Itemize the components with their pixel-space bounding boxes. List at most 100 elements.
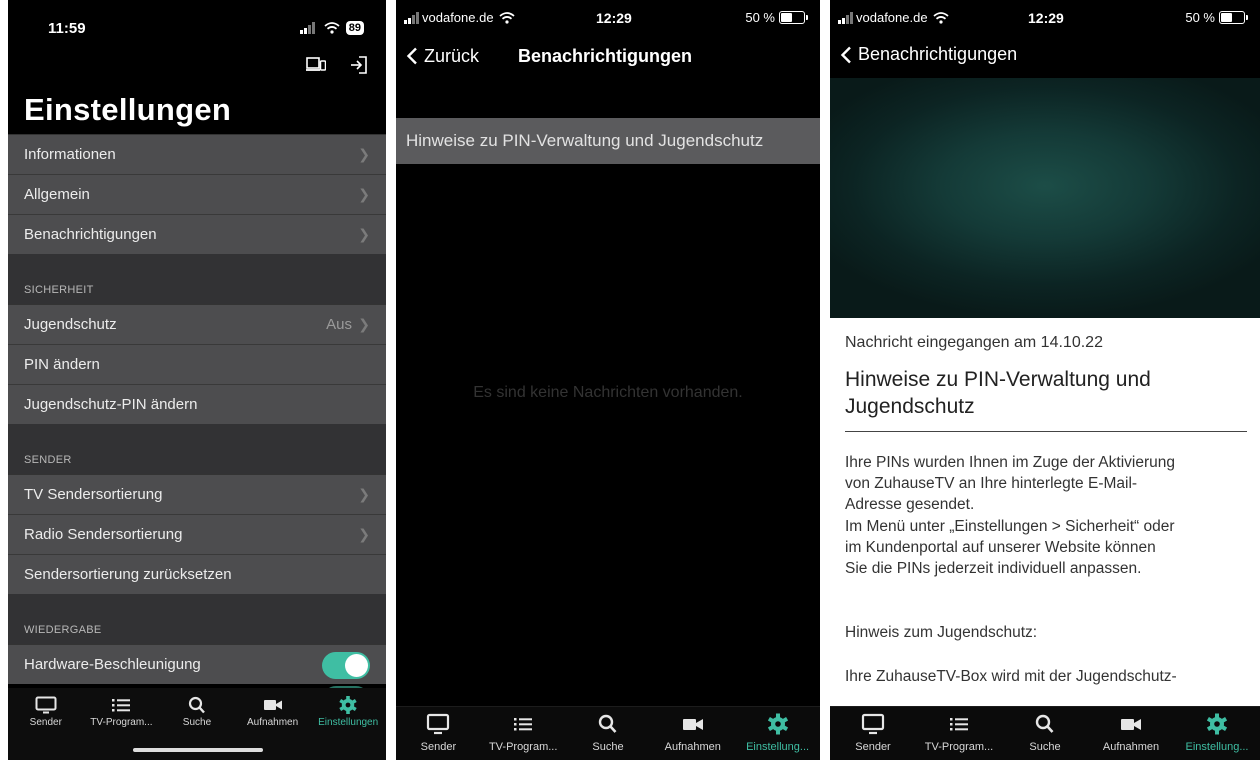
settings-item-label: PIN ändern <box>24 356 100 373</box>
hardware-acceleration-toggle[interactable] <box>322 652 370 679</box>
battery-level: 89 <box>345 21 364 35</box>
settings-item-benachrichtigungen[interactable]: Benachrichtigungen ❯ <box>8 214 386 254</box>
status-time: 11:59 <box>48 20 86 37</box>
settings-screen: 11:59 89 Einstellungen Informationen ❯ Al… <box>8 0 386 760</box>
tab-bar: Sender TV-Program... Suche Aufnahmen Ein… <box>396 706 820 760</box>
battery-icon <box>779 11 808 24</box>
settings-item-label: Informationen <box>24 146 116 163</box>
back-button[interactable]: Zurück <box>406 46 479 67</box>
chevron-right-icon: ❯ <box>358 526 370 542</box>
tab-suche[interactable]: Suche <box>566 707 651 760</box>
tab-label: Einstellungen <box>318 717 379 728</box>
body-line: Im Menü unter „Einstellungen > Sicherhei… <box>845 517 1175 535</box>
search-icon <box>1035 714 1054 733</box>
tab-bar: Sender TV-Program... Suche Aufnahmen Ein… <box>830 706 1260 760</box>
tab-label: TV-Program... <box>488 741 558 753</box>
tab-label: Suche <box>1029 741 1061 753</box>
chevron-right-icon: ❯ <box>358 186 370 202</box>
tab-einstellungen[interactable]: Einstellung... <box>735 707 820 760</box>
tab-aufnahmen[interactable]: Aufnahmen <box>650 707 735 760</box>
tab-label: Einstellung... <box>1185 741 1249 753</box>
tab-label: Aufnahmen <box>247 717 299 728</box>
status-bar: vodafone.de 12:29 50 % <box>396 0 820 42</box>
tab-suche[interactable]: Suche <box>1002 707 1088 760</box>
notifications-screen: vodafone.de 12:29 50 % Zurück Benachrich… <box>396 0 820 760</box>
settings-item-label: TV Sendersortierung <box>24 486 163 503</box>
chevron-left-icon <box>406 47 417 65</box>
signal-icon <box>404 11 419 24</box>
tab-label: TV-Program... <box>924 741 994 753</box>
chevron-right-icon: ❯ <box>358 226 370 242</box>
settings-item-informationen[interactable]: Informationen ❯ <box>8 134 386 174</box>
message-title: Hinweise zu PIN-Verwaltung und Jugendsch… <box>845 366 1247 432</box>
settings-item-label: Jugendschutz-PIN ändern <box>24 396 198 413</box>
settings-item-radio-sendersortierung[interactable]: Radio Sendersortierung ❯ <box>8 514 386 554</box>
tab-tv-program[interactable]: TV-Program... <box>916 707 1002 760</box>
list-icon <box>950 718 968 731</box>
body-line: Adresse gesendet. <box>845 496 975 514</box>
tab-label: Sender <box>855 741 891 753</box>
settings-item-label: Jugendschutz <box>24 316 117 333</box>
settings-item-pin-aendern[interactable]: PIN ändern <box>8 344 386 384</box>
signal-icon <box>299 22 315 34</box>
home-indicator <box>133 748 263 752</box>
tab-sender[interactable]: Sender <box>396 707 481 760</box>
page-title: Benachrichtigungen <box>518 45 693 66</box>
video-camera-icon <box>682 719 703 730</box>
back-button[interactable]: Benachrichtigungen <box>840 44 1017 65</box>
carrier-name: vodafone.de <box>856 10 928 25</box>
tv-icon <box>427 713 450 735</box>
message-body-continued: Ihre ZuhauseTV-Box wird mit der Jugendsc… <box>845 667 1177 685</box>
gear-icon <box>767 713 788 735</box>
settings-item-label: Benachrichtigungen <box>24 226 157 243</box>
signal-icon <box>838 11 853 24</box>
search-icon <box>598 714 617 733</box>
section-header-playback: WIEDERGABE <box>8 594 386 644</box>
settings-item-jugendschutz[interactable]: Jugendschutz Aus ❯ <box>8 304 386 344</box>
battery-percent: 50 % <box>745 10 775 25</box>
settings-item-label: Allgemein <box>24 186 90 203</box>
status-time: 12:29 <box>596 10 632 26</box>
tab-sender[interactable]: Sender <box>8 688 84 760</box>
status-bar: 11:59 89 <box>8 0 386 42</box>
settings-item-sendersortierung-zuruecksetzen[interactable]: Sendersortierung zurücksetzen <box>8 554 386 594</box>
cast-icon[interactable] <box>306 56 326 72</box>
tab-label: Einstellung... <box>746 741 810 753</box>
message-note-heading: Hinweis zum Jugendschutz: <box>845 623 1038 641</box>
tab-sender[interactable]: Sender <box>830 707 916 760</box>
settings-item-allgemein[interactable]: Allgemein ❯ <box>8 174 386 214</box>
status-bar: vodafone.de 12:29 50 % <box>830 0 1260 42</box>
tab-einstellungen[interactable]: Einstellung... <box>1174 707 1260 760</box>
chevron-right-icon: ❯ <box>358 146 370 162</box>
gear-icon <box>339 696 357 714</box>
list-icon <box>112 699 131 712</box>
wifi-icon <box>498 11 515 24</box>
tv-icon <box>861 713 885 735</box>
settings-item-jugendschutz-pin-aendern[interactable]: Jugendschutz-PIN ändern <box>8 384 386 424</box>
logout-icon[interactable] <box>350 56 368 74</box>
tab-label: Suche <box>592 741 624 753</box>
chevron-right-icon: ❯ <box>358 316 370 332</box>
tab-label: Sender <box>29 717 62 728</box>
settings-item-tv-sendersortierung[interactable]: TV Sendersortierung ❯ <box>8 474 386 514</box>
list-icon <box>514 718 533 731</box>
tab-label: TV-Program... <box>90 717 153 728</box>
settings-item-label: Hardware-Beschleunigung <box>24 656 201 673</box>
tab-einstellungen[interactable]: Einstellungen <box>310 688 386 760</box>
message-body: Ihre PINs wurden Ihnen im Zuge der Aktiv… <box>845 452 1247 580</box>
chevron-left-icon <box>840 46 851 63</box>
body-line: von ZuhauseTV an Ihre hinterlegte E-Mail… <box>845 474 1138 492</box>
tab-label: Suche <box>182 717 212 728</box>
hero-image <box>830 78 1260 318</box>
page-title: Einstellungen <box>24 92 232 127</box>
empty-state-text: Es sind keine Nachrichten vorhanden. <box>473 384 743 401</box>
body-line: Ihre PINs wurden Ihnen im Zuge der Aktiv… <box>845 453 1175 471</box>
settings-item-value: Aus <box>326 316 352 333</box>
chevron-right-icon: ❯ <box>358 486 370 502</box>
notification-item[interactable]: Hinweise zu PIN-Verwaltung und Jugendsch… <box>396 118 820 164</box>
tab-tv-program[interactable]: TV-Program... <box>481 707 566 760</box>
carrier-name: vodafone.de <box>422 10 494 25</box>
settings-item-hardware-beschleunigung: Hardware-Beschleunigung <box>8 644 386 684</box>
tab-aufnahmen[interactable]: Aufnahmen <box>1088 707 1174 760</box>
message-content: Nachricht eingegangen am 14.10.22 Hinwei… <box>830 318 1260 706</box>
